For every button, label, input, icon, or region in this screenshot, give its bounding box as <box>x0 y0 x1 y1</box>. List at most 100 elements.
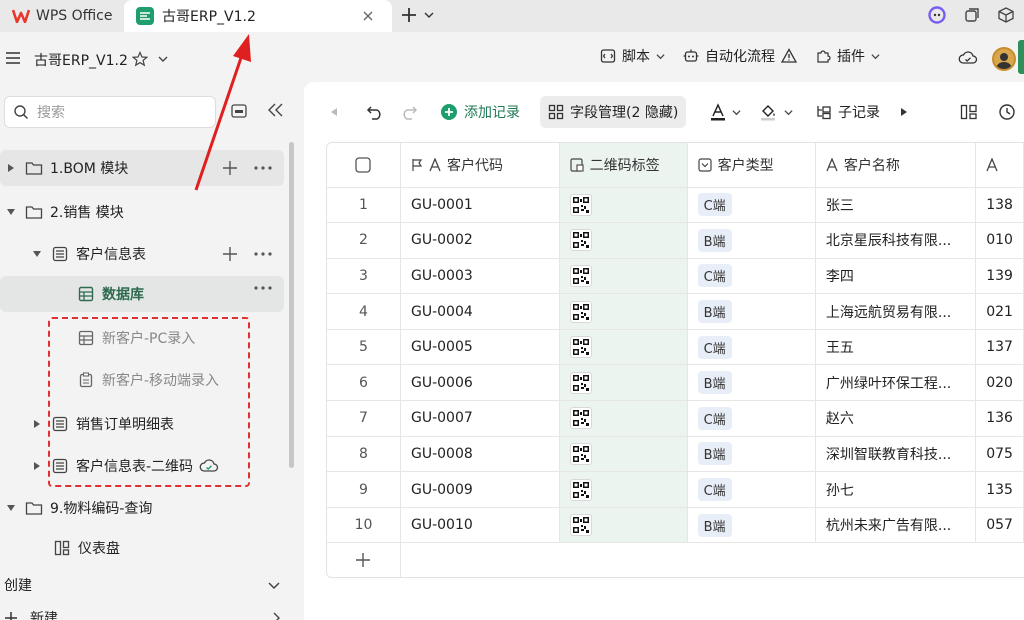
cell-qr-label[interactable] <box>559 436 688 473</box>
cell-customer-type[interactable]: B端 <box>687 364 816 402</box>
add-row[interactable] <box>327 542 1024 577</box>
cell-phone[interactable]: 021 <box>975 293 1024 330</box>
new-tab-button[interactable] <box>400 6 434 24</box>
cell-qr-label[interactable] <box>559 507 688 544</box>
table-row[interactable]: 6 GU-0006 B端 广州绿叶环保工程... 020 <box>327 364 1024 402</box>
scroll-right-icon[interactable] <box>900 96 908 128</box>
automation-button[interactable]: 自动化流程 <box>683 46 797 66</box>
column-header-phone[interactable] <box>975 143 1024 188</box>
table-row[interactable]: 4 GU-0004 B端 上海远航贸易有限... 021 <box>327 293 1024 330</box>
cloud-sync-icon[interactable] <box>958 50 978 66</box>
more-icon[interactable] <box>254 166 272 170</box>
collapse-arrow-icon[interactable] <box>30 250 44 258</box>
cell-customer-name[interactable]: 北京星辰科技有限... <box>815 222 977 259</box>
table-row[interactable]: 3 GU-0003 C端 李四 139 <box>327 258 1024 295</box>
cell-customer-code[interactable]: GU-0009 <box>400 471 560 508</box>
select-all-checkbox[interactable] <box>327 143 401 188</box>
cell-customer-type[interactable]: C端 <box>687 329 816 366</box>
cell-qr-label[interactable] <box>559 400 688 437</box>
cell-qr-label[interactable] <box>559 222 688 259</box>
sidebar-item-bom[interactable]: 1.BOM 模块 <box>0 150 284 186</box>
sidebar-item-sales[interactable]: 2.销售 模块 <box>0 194 284 230</box>
cell-qr-label[interactable] <box>559 187 688 224</box>
cell-customer-code[interactable]: GU-0003 <box>400 258 560 295</box>
cell-customer-name[interactable]: 王五 <box>815 329 977 366</box>
table-row[interactable]: 1 GU-0001 C端 张三 138 <box>327 187 1024 224</box>
add-icon[interactable] <box>222 246 238 262</box>
cell-customer-type[interactable]: C端 <box>687 187 816 224</box>
sidebar-item-dashboard[interactable]: 仪表盘 <box>0 534 284 562</box>
cell-customer-name[interactable]: 张三 <box>815 187 977 224</box>
user-avatar[interactable] <box>992 47 1016 71</box>
cell-qr-label[interactable] <box>559 364 688 402</box>
cell-customer-code[interactable]: GU-0005 <box>400 329 560 366</box>
cell-qr-label[interactable] <box>559 329 688 366</box>
cell-customer-type[interactable]: B端 <box>687 436 816 473</box>
hamburger-menu-icon[interactable] <box>6 52 20 64</box>
scroll-left-icon[interactable] <box>330 96 338 128</box>
cell-customer-type[interactable]: C端 <box>687 471 816 508</box>
sidebar-item-database[interactable]: 数据库 <box>0 276 284 312</box>
sidebar-item-material[interactable]: 9.物料编码-查询 <box>0 490 284 526</box>
cell-customer-name[interactable]: 广州绿叶环保工程... <box>815 364 977 402</box>
star-icon[interactable] <box>132 51 148 67</box>
cell-phone[interactable]: 075 <box>975 436 1024 473</box>
cell-customer-name[interactable]: 赵六 <box>815 400 977 437</box>
create-section-toggle[interactable]: 创建 <box>4 572 280 598</box>
table-row[interactable]: 2 GU-0002 B端 北京星辰科技有限... 010 <box>327 222 1024 259</box>
history-icon[interactable] <box>998 96 1016 128</box>
cell-phone[interactable]: 137 <box>975 329 1024 366</box>
table-row[interactable]: 7 GU-0007 C端 赵六 136 <box>327 400 1024 437</box>
tab-wps-office[interactable]: WPS Office <box>0 0 120 32</box>
cell-phone[interactable]: 138 <box>975 187 1024 224</box>
cube-icon[interactable] <box>998 7 1014 23</box>
chevron-down-icon[interactable] <box>158 54 168 64</box>
table-row[interactable]: 9 GU-0009 C端 孙七 135 <box>327 471 1024 508</box>
new-item-button[interactable]: 新建 <box>4 608 280 620</box>
cell-customer-type[interactable]: C端 <box>687 400 816 437</box>
column-header-customer-name[interactable]: 客户名称 <box>815 143 977 188</box>
sidebar-search-input[interactable]: 搜索 <box>4 96 216 128</box>
cell-phone[interactable]: 139 <box>975 258 1024 295</box>
cell-customer-name[interactable]: 上海远航贸易有限... <box>815 293 977 330</box>
cell-customer-name[interactable]: 李四 <box>815 258 977 295</box>
collapse-sidebar-icon[interactable] <box>266 102 284 118</box>
cell-customer-code[interactable]: GU-0008 <box>400 436 560 473</box>
more-icon[interactable] <box>254 286 272 290</box>
column-header-customer-type[interactable]: 客户类型 <box>687 143 816 188</box>
cell-customer-name[interactable]: 孙七 <box>815 471 977 508</box>
cell-phone[interactable]: 136 <box>975 400 1024 437</box>
plugin-button[interactable]: 插件 <box>815 46 880 66</box>
add-icon[interactable] <box>222 160 238 176</box>
field-manage-button[interactable]: 字段管理(2 隐藏) <box>540 96 687 128</box>
sub-record-button[interactable]: 子记录 <box>816 96 880 128</box>
add-record-button[interactable]: 添加记录 <box>440 96 520 128</box>
cell-customer-type[interactable]: B端 <box>687 293 816 330</box>
table-row[interactable]: 8 GU-0008 B端 深圳智联教育科技... 075 <box>327 436 1024 473</box>
expand-arrow-icon[interactable] <box>30 419 44 429</box>
restore-window-icon[interactable] <box>964 7 980 23</box>
ai-assistant-icon[interactable] <box>928 6 946 24</box>
cell-customer-code[interactable]: GU-0001 <box>400 187 560 224</box>
panel-toggle-icon[interactable] <box>230 102 248 120</box>
text-color-button[interactable] <box>710 96 741 128</box>
column-header-customer-code[interactable]: 客户代码 <box>400 143 560 188</box>
table-row[interactable]: 5 GU-0005 C端 王五 137 <box>327 329 1024 366</box>
layout-icon[interactable] <box>960 96 978 128</box>
cell-customer-code[interactable]: GU-0002 <box>400 222 560 259</box>
column-header-qr-label[interactable]: 二维码标签 <box>559 143 688 188</box>
sidebar-scrollbar[interactable] <box>289 142 294 468</box>
tab-active-doc[interactable]: 古哥ERP_V1.2 <box>124 0 392 32</box>
cell-customer-name[interactable]: 深圳智联教育科技... <box>815 436 977 473</box>
cell-customer-type[interactable]: B端 <box>687 507 816 544</box>
cell-phone[interactable]: 020 <box>975 364 1024 402</box>
cell-customer-code[interactable]: GU-0004 <box>400 293 560 330</box>
collapse-arrow-icon[interactable] <box>4 208 18 216</box>
cell-customer-type[interactable]: C端 <box>687 258 816 295</box>
cell-customer-code[interactable]: GU-0007 <box>400 400 560 437</box>
tab-close-icon[interactable] <box>360 8 376 24</box>
cell-customer-code[interactable]: GU-0010 <box>400 507 560 544</box>
add-row-button[interactable] <box>327 542 401 577</box>
collapse-arrow-icon[interactable] <box>4 504 18 512</box>
fill-color-button[interactable] <box>760 96 793 128</box>
